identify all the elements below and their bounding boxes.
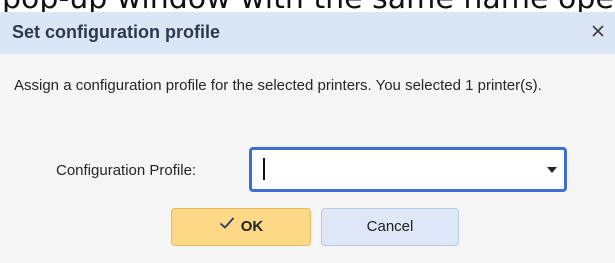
ok-button-label: OK	[240, 218, 264, 235]
close-icon[interactable]	[587, 20, 609, 42]
dialog-titlebar: Set configuration profile	[0, 12, 615, 54]
configuration-profile-label: Configuration Profile:	[56, 162, 197, 179]
dialog-message: Assign a configuration profile for the s…	[14, 77, 542, 94]
set-configuration-profile-dialog: Set configuration profile Assign a confi…	[0, 12, 615, 263]
chevron-down-icon[interactable]	[546, 163, 558, 175]
cancel-button[interactable]: Cancel	[321, 208, 459, 246]
text-caret	[263, 158, 265, 180]
ok-button[interactable]: OK	[171, 208, 311, 246]
dialog-title: Set configuration profile	[12, 22, 221, 42]
checkmark-icon	[219, 208, 235, 244]
configuration-profile-combobox[interactable]	[249, 147, 567, 192]
cancel-button-label: Cancel	[366, 218, 414, 235]
